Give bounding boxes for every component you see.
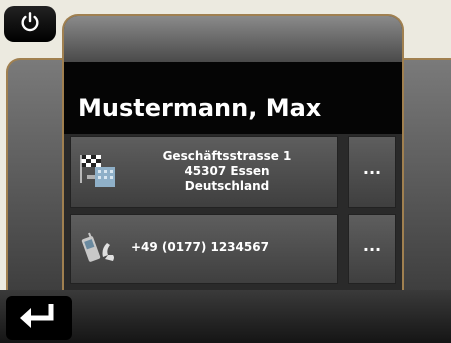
power-button[interactable] [4, 6, 56, 42]
address-row[interactable]: Geschäftsstrasse 1 45307 Essen Deutschla… [70, 136, 338, 208]
address-line1: Geschäftsstrasse 1 [162, 149, 292, 163]
address-line3: Deutschland [184, 179, 270, 193]
address-text: Geschäftsstrasse 1 45307 Essen Deutschla… [123, 149, 331, 194]
back-button[interactable] [6, 296, 72, 340]
building-flag-icon [79, 151, 119, 191]
phone-icon [79, 227, 123, 271]
power-icon [19, 11, 41, 37]
phone-row[interactable]: +49 (0177) 1234567 [70, 214, 338, 284]
address-more-button[interactable]: ··· [348, 136, 396, 208]
back-arrow-icon [17, 300, 61, 336]
phone-more-button[interactable]: ··· [348, 214, 396, 284]
contact-name: Mustermann, Max [78, 94, 322, 122]
contact-detail-panel: Mustermann, Max Geschäftsstrasse 1 45307… [62, 14, 404, 306]
phone-number: +49 (0177) 1234567 [131, 240, 269, 254]
panel-header-band [64, 16, 402, 62]
address-line2: 45307 Essen [184, 164, 270, 178]
